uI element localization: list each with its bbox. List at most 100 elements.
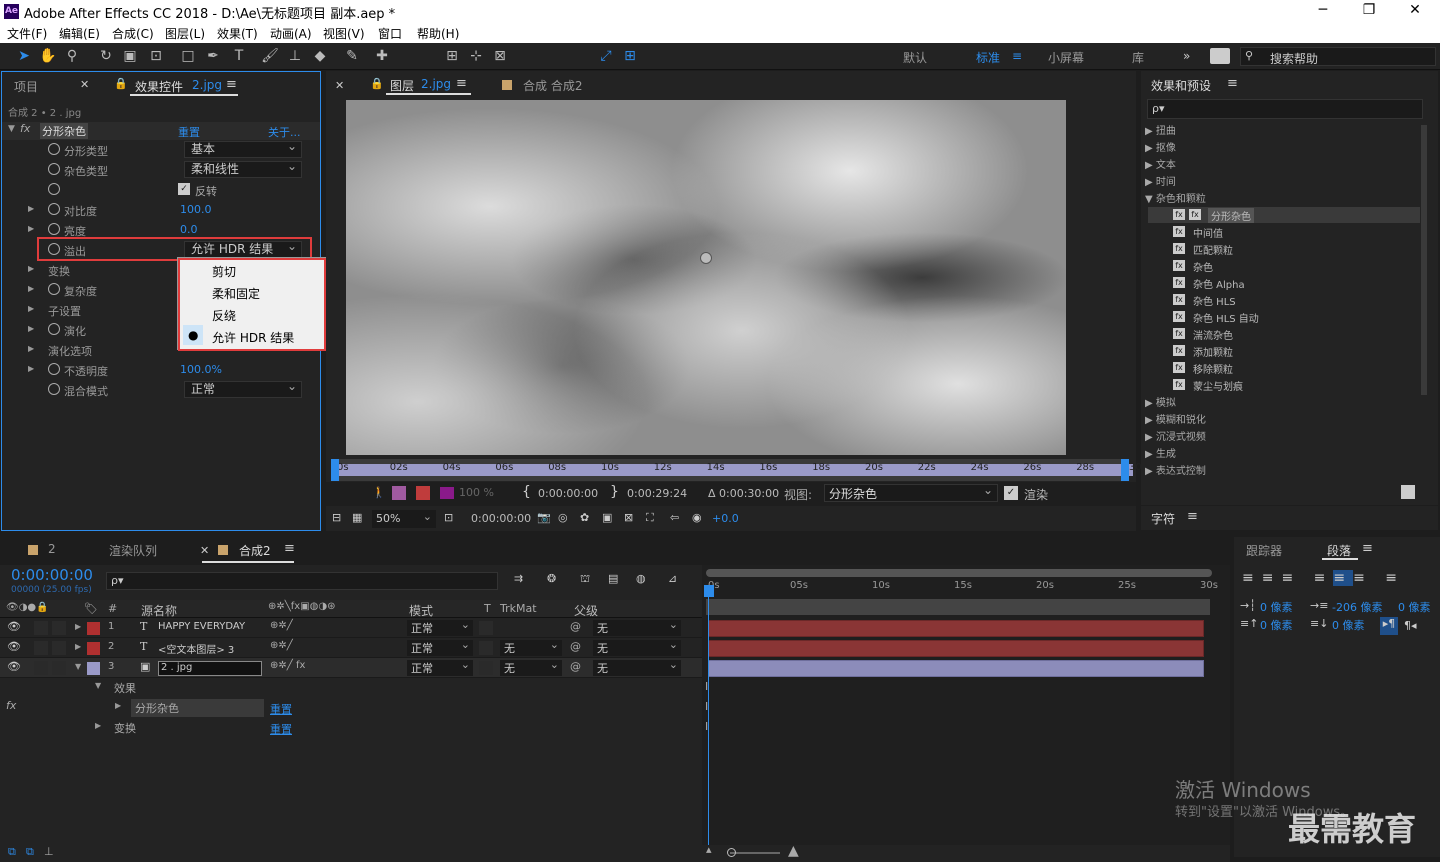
work-area-bar[interactable] (706, 569, 1212, 577)
close-tab-icon[interactable]: ✕ (200, 544, 209, 557)
tree-category[interactable]: ▶ 模拟 (1145, 394, 1176, 409)
expand-icon[interactable]: ▶ (28, 344, 34, 353)
comp-mini-flowchart-icon[interactable]: ⇉ (514, 572, 523, 585)
brightness-value[interactable]: 0.0 (180, 223, 198, 236)
workspace-menu-icon[interactable]: ≡ (1012, 49, 1022, 63)
about-link[interactable]: 关于... (268, 124, 301, 140)
tree-effect-item[interactable]: fx 添加颗粒 (1148, 343, 1420, 359)
sync-settings-icon[interactable] (1210, 48, 1230, 64)
stopwatch-icon[interactable] (48, 183, 60, 195)
trkmat-dropdown[interactable]: 无 ⌄ (500, 638, 562, 656)
opacity-value[interactable]: 100 % (459, 486, 494, 499)
selection-tool-icon[interactable]: ➤ (14, 47, 34, 65)
pan-behind-tool-icon[interactable]: ⊡ (146, 47, 166, 65)
layer-name[interactable]: HAPPY EVERYDAY (158, 621, 245, 632)
contrast-value[interactable]: 100.0 (180, 203, 212, 216)
tab-character[interactable]: 字符 (1151, 510, 1175, 527)
tree-category[interactable]: ▶ 时间 (1145, 173, 1176, 188)
lock-icon[interactable]: 🔒 (114, 77, 128, 90)
panel-menu-icon[interactable]: ≡ (1227, 76, 1238, 91)
in-point-icon[interactable]: { (522, 484, 531, 500)
always-preview-icon[interactable]: ⊟ (332, 511, 341, 524)
exposure-value[interactable]: +0.0 (712, 512, 739, 525)
scrollbar[interactable] (1421, 125, 1427, 395)
parent-dropdown[interactable]: 无 ⌄ (593, 638, 681, 656)
tab-layer[interactable]: 图层 (390, 77, 414, 94)
playhead[interactable] (331, 459, 339, 481)
space-after-value[interactable]: 0 像素 (1332, 617, 1365, 633)
tree-effect-item[interactable]: fx 杂色 Alpha (1148, 275, 1420, 291)
panel-menu-icon[interactable]: ≡ (456, 76, 467, 91)
expand-icon[interactable]: ▶ (28, 224, 34, 233)
zoom-tool-icon[interactable]: ⚲ (62, 47, 82, 65)
stopwatch-icon[interactable] (48, 323, 60, 335)
indent-left-value[interactable]: 0 像素 (1260, 599, 1293, 615)
tree-effect-item[interactable]: fx 杂色 (1148, 258, 1420, 274)
eye-icon[interactable]: 👁 (7, 640, 21, 653)
snap-options-icon[interactable]: ⊞ (620, 47, 640, 65)
mode-dropdown[interactable]: 正常 ⌄ (407, 658, 473, 676)
menu-layer[interactable]: 图层(L) (165, 25, 205, 42)
layer-name[interactable]: <空文本图层> 3 (158, 641, 234, 656)
tree-effect-item[interactable]: fx 湍流杂色 (1148, 326, 1420, 342)
safe-zones-icon[interactable]: ⊠ (624, 511, 633, 524)
col-source-name[interactable]: 源名称 (141, 602, 177, 619)
tree-effect-item[interactable]: fx 蒙尘与划痕 (1148, 377, 1420, 393)
menu-animation[interactable]: 动画(A) (270, 25, 312, 42)
collapse-icon[interactable]: ▼ (95, 681, 101, 690)
rtl-direction-icon[interactable]: ¶◂ (1404, 619, 1417, 632)
table-row[interactable]: 👁 ▶ 2 T <空文本图层> 3 ⊕✲╱ 正常 ⌄ 无 ⌄ @ 无 ⌄ (0, 638, 702, 658)
panel-menu-icon[interactable]: ≡ (1187, 509, 1198, 524)
table-row[interactable]: 👁 ▼ 3 ▣ 2 . jpg ⊕✲╱ fx 正常 ⌄ 无 ⌄ @ 无 ⌄ (0, 658, 702, 678)
fractal-noise-preview[interactable] (346, 100, 1066, 455)
expand-icon[interactable]: ▶ (28, 264, 34, 273)
tree-category[interactable]: ▶ 模糊和锐化 (1145, 411, 1206, 426)
layer-1-bar[interactable] (708, 620, 1204, 637)
noise-type-dropdown[interactable]: 柔和线性 (184, 159, 302, 178)
lock-box[interactable] (52, 661, 66, 675)
camera-tool-icon[interactable]: ▣ (120, 47, 140, 65)
panel-menu-icon[interactable]: ≡ (1362, 541, 1373, 556)
tree-category[interactable]: ▶ 沉浸式视频 (1145, 428, 1206, 443)
preserve-transparency-box[interactable] (479, 621, 493, 635)
layer-switches-icon[interactable]: ⊕✲╱ (270, 620, 293, 631)
more-workspaces-icon[interactable]: » (1183, 49, 1190, 63)
rotate-tool-icon[interactable]: ↻ (96, 47, 116, 65)
maximize-button[interactable]: ❐ (1346, 2, 1392, 22)
zoom-dropdown[interactable]: 50% ⌄ (372, 510, 436, 528)
reset-link[interactable]: 重置 (270, 721, 292, 737)
draft-3d-icon[interactable]: ❂ (547, 572, 556, 585)
tree-effect-item[interactable]: fx 中间值 (1148, 224, 1420, 240)
axis-local-icon[interactable]: ⊞ (442, 47, 462, 65)
frame-blend-icon[interactable]: ▤ (608, 572, 618, 585)
label-color-swatch[interactable] (87, 622, 100, 635)
stopwatch-icon[interactable] (48, 283, 60, 295)
parent-dropdown[interactable]: 无 ⌄ (593, 658, 681, 676)
expand-icon[interactable]: ▶ (28, 304, 34, 313)
layer-3-bar[interactable] (708, 660, 1204, 677)
tree-category[interactable]: ▶ 扭曲 (1145, 122, 1176, 137)
space-before-value[interactable]: 0 像素 (1260, 617, 1293, 633)
tree-category[interactable]: ▶ 生成 (1145, 445, 1176, 460)
tab-comp-main[interactable]: 合成2 (239, 542, 271, 559)
clone-stamp-tool-icon[interactable]: ⊥ (285, 47, 305, 65)
align-buttons[interactable]: ≡≡≡ ≡≡≡ ≡ (1242, 570, 1405, 586)
panel-menu-icon[interactable]: ≡ (226, 77, 237, 92)
menu-item-clip[interactable]: 剪切 (212, 263, 236, 280)
layer-2-bar[interactable] (708, 640, 1204, 657)
out-point-marker[interactable] (1121, 459, 1129, 481)
show-snapshot-icon[interactable]: ◎ (558, 511, 568, 524)
stopwatch-icon[interactable] (48, 163, 60, 175)
menu-item-soft-clamp[interactable]: 柔和固定 (212, 285, 260, 302)
zoom-out-icon[interactable]: ▴ (706, 843, 712, 856)
solo-box[interactable] (34, 661, 48, 675)
menu-file[interactable]: 文件(F) (7, 25, 47, 42)
menu-help[interactable]: 帮助(H) (417, 25, 459, 42)
current-time[interactable]: 0:00:00:00 (471, 512, 531, 525)
tab-tracker[interactable]: 跟踪器 (1246, 542, 1282, 559)
expand-icon[interactable]: ▶ (115, 701, 121, 710)
search-help-box[interactable]: ⚲ 搜索帮助 (1240, 47, 1436, 66)
snap-icon[interactable]: ⤢ (596, 47, 616, 65)
walk-icon[interactable]: 🚶 (372, 486, 386, 499)
ltr-direction-icon[interactable]: ▸¶ (1380, 617, 1398, 635)
